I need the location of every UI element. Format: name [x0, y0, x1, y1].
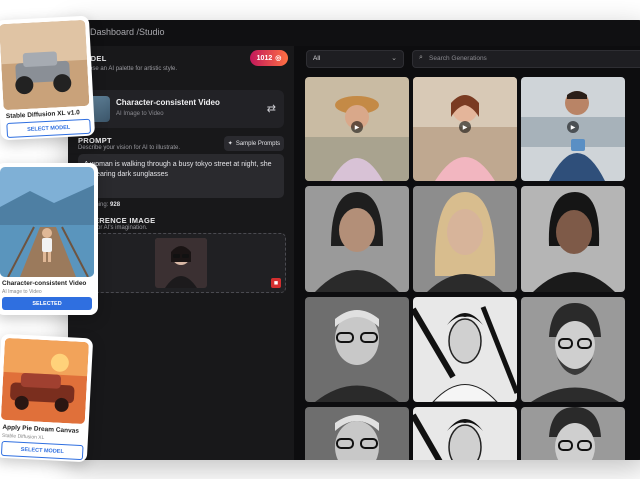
generation-sketch-4[interactable] [305, 407, 409, 460]
selected-button[interactable]: SELECTED [2, 297, 92, 310]
model-card-stable-diffusion[interactable]: Stable Diffusion XL v1.0 SELECT MODEL [0, 15, 96, 141]
model-card[interactable]: Character-consistent Video AI Image to V… [78, 90, 284, 128]
model-card-subtitle: AI Image to Video [2, 289, 42, 295]
delete-icon[interactable]: ■ [271, 278, 281, 288]
search-placeholder: Search Generations [429, 55, 487, 62]
generation-video-3[interactable]: ▶ [521, 77, 625, 181]
filter-value: All [313, 55, 321, 62]
prompt-label: PROMPT [78, 136, 112, 145]
generation-portrait-3[interactable] [521, 186, 625, 292]
generation-portrait-1[interactable] [305, 186, 409, 292]
generation-sketch-5[interactable] [413, 407, 517, 460]
select-model-button[interactable]: SELECT MODEL [0, 440, 84, 461]
studio-window: Dashboard /Studio 1012 ◎ MODEL Choose an… [68, 20, 640, 460]
prompt-text: A woman is walking through a busy tokyo … [84, 161, 272, 178]
search-icon: ⌕ [419, 54, 423, 61]
model-card-subtitle: Stable Diffusion XL [1, 432, 45, 442]
gallery-panel: All ⌄ ⌕ Search Generations ▶ ▶ ▶ [294, 46, 640, 460]
model-title: Character-consistent Video [116, 98, 220, 107]
model-card-title: Stable Diffusion XL v1.0 [5, 109, 80, 121]
generation-portrait-2[interactable] [413, 186, 517, 292]
generation-sketch-1[interactable] [305, 297, 409, 402]
search-input[interactable]: ⌕ Search Generations [412, 50, 640, 68]
top-bar: Dashboard /Studio [68, 20, 640, 47]
credits-value: 1012 [256, 54, 273, 62]
breadcrumb[interactable]: Dashboard /Studio [90, 27, 165, 37]
model-subtitle: AI Image to Video [116, 111, 164, 117]
generation-video-2[interactable]: ▶ [413, 77, 517, 181]
sample-prompts-button[interactable]: ✦ Sample Prompts [224, 136, 284, 151]
model-card-pie-dream[interactable]: Apply Pie Dream Canvas Stable Diffusion … [0, 333, 94, 463]
reference-image-dropzone[interactable]: ■ [78, 233, 286, 293]
generation-video-1[interactable]: ▶ [305, 77, 409, 181]
model-card-image [0, 167, 94, 277]
credits-badge[interactable]: 1012 ◎ [250, 50, 288, 66]
prompt-textarea[interactable]: A woman is walking through a busy tokyo … [78, 154, 284, 198]
select-model-button[interactable]: SELECT MODEL [6, 118, 91, 139]
generation-sketch-3[interactable] [521, 297, 625, 402]
sample-prompts-label: Sample Prompts [235, 140, 281, 147]
generation-sketch-2[interactable] [413, 297, 517, 402]
prompt-hint: Describe your vision for AI to illustrat… [78, 145, 181, 151]
play-icon[interactable]: ▶ [567, 121, 579, 133]
left-panel: 1012 ◎ MODEL Choose an AI palette for ar… [68, 46, 294, 460]
chevron-down-icon: ⌄ [391, 55, 397, 62]
sparkle-icon: ✦ [227, 141, 233, 147]
coin-icon: ◎ [275, 55, 282, 62]
model-card-character-video[interactable]: Character-consistent Video AI Image to V… [0, 163, 98, 315]
remaining-value: 928 [110, 202, 121, 208]
model-card-image [0, 19, 90, 111]
generation-sketch-6[interactable] [521, 407, 625, 460]
model-card-title: Character-consistent Video [2, 280, 87, 287]
filter-select[interactable]: All ⌄ [306, 50, 404, 68]
reference-image [155, 238, 207, 288]
play-icon[interactable]: ▶ [459, 121, 471, 133]
swap-icon[interactable]: ⇄ [267, 102, 276, 115]
play-icon[interactable]: ▶ [351, 121, 363, 133]
model-hint: Choose an AI palette for artistic style. [78, 66, 178, 72]
model-card-image [0, 337, 89, 425]
